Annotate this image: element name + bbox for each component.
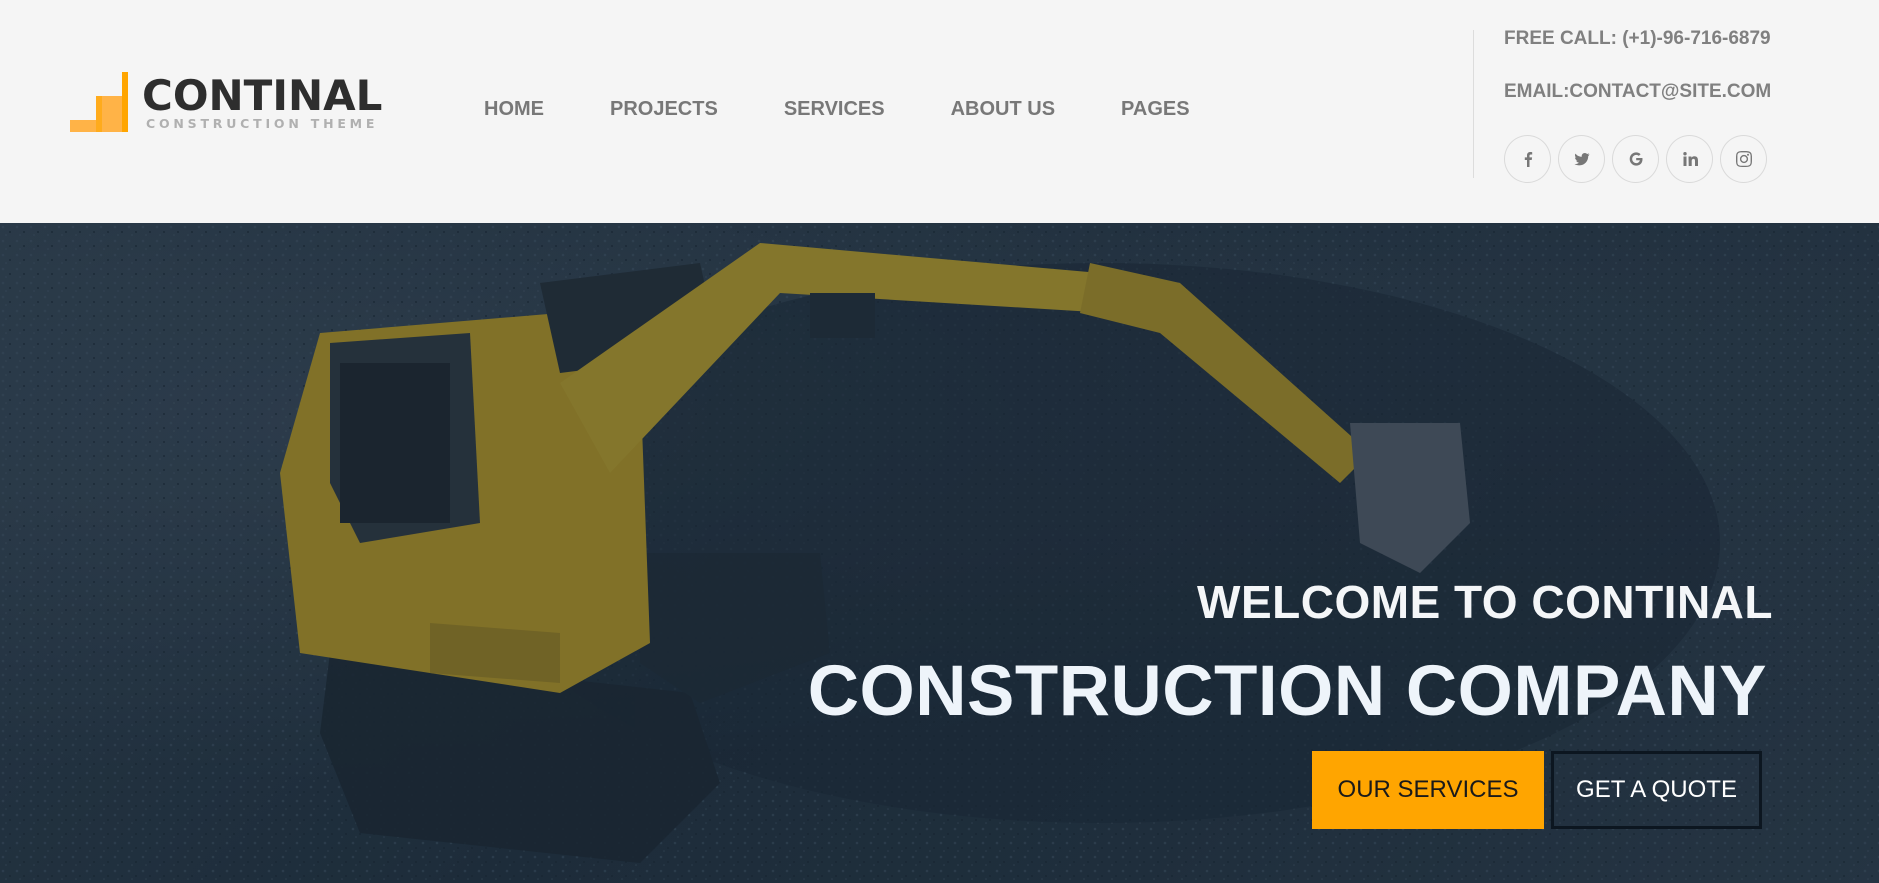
site-header: CONTINAL CONSTRUCTION THEME HOME PROJECT… xyxy=(0,0,1879,223)
nav-item-services[interactable]: SERVICES xyxy=(784,98,885,121)
nav-item-projects[interactable]: PROJECTS xyxy=(610,98,718,121)
our-services-button[interactable]: OUR SERVICES xyxy=(1312,751,1544,829)
nav-item-home[interactable]: HOME xyxy=(484,98,544,121)
instagram-icon[interactable] xyxy=(1720,135,1767,183)
contact-phone[interactable]: FREE CALL: (+1)-96-716-6879 xyxy=(1504,28,1771,50)
site-logo[interactable]: CONTINAL CONSTRUCTION THEME xyxy=(70,72,390,136)
linkedin-icon[interactable] xyxy=(1666,135,1713,183)
social-links xyxy=(1504,135,1767,183)
google-icon[interactable] xyxy=(1612,135,1659,183)
nav-item-about-us[interactable]: ABOUT US xyxy=(951,98,1055,121)
hero-welcome-text: WELCOME TO CONTINAL xyxy=(1197,576,1773,628)
nav-item-pages[interactable]: PAGES xyxy=(1121,98,1190,121)
contact-email[interactable]: EMAIL:CONTACT@SITE.COM xyxy=(1504,81,1771,103)
hero-banner: WELCOME TO CONTINAL CONSTRUCTION COMPANY… xyxy=(0,223,1879,883)
get-a-quote-button[interactable]: GET A QUOTE xyxy=(1551,751,1762,829)
logo-tagline: CONSTRUCTION THEME xyxy=(146,116,379,131)
main-nav: HOME PROJECTS SERVICES ABOUT US PAGES xyxy=(484,98,1256,121)
logo-stairs-icon xyxy=(70,72,128,132)
logo-title: CONTINAL xyxy=(142,71,383,120)
twitter-icon[interactable] xyxy=(1558,135,1605,183)
hero-headline: CONSTRUCTION COMPANY xyxy=(807,652,1767,731)
header-divider xyxy=(1473,30,1474,178)
facebook-icon[interactable] xyxy=(1504,135,1551,183)
